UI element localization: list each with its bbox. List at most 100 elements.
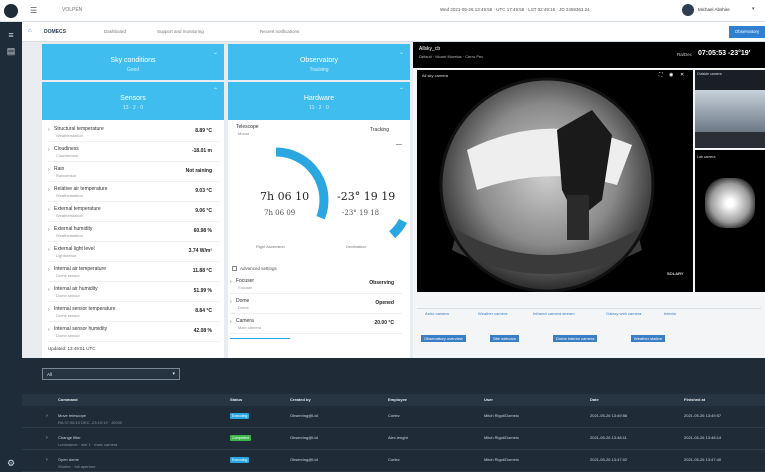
cell-date: 2021-05-26 13:47:02: [590, 457, 628, 462]
tab-weather-camera[interactable]: Weather camera: [478, 311, 508, 316]
sensor-name: Cloudiness: [54, 146, 79, 152]
cell-created-by: Observing@Ltd: [290, 435, 318, 440]
grid-icon[interactable]: ▤: [6, 46, 16, 56]
sensor-value: 3.74 W/m²: [188, 248, 212, 254]
camera-button-weather-station[interactable]: Weather station: [631, 335, 665, 342]
chevron-right-icon: ›: [48, 287, 50, 293]
sensor-row[interactable]: › Internal air humidity Dome sensor 51.99 %: [48, 284, 220, 302]
column-employee[interactable]: Employee: [388, 397, 407, 402]
app-logo[interactable]: [4, 4, 18, 18]
camera-header: Allsky_cb Default · Mount Morelos · Cerr…: [413, 42, 765, 68]
sensor-name: External temperature: [54, 206, 101, 212]
radec-label: Ra/Dec: [677, 52, 693, 57]
nav-support[interactable]: Support and monitoring: [157, 29, 204, 34]
clock-status: Wed 2021-05-26 13:49:56 · UTC 17:49:56 ·…: [440, 7, 590, 12]
cell-user: Mitch Rigot/Domeio: [484, 435, 519, 440]
advanced-settings-label[interactable]: Advanced settings: [240, 266, 277, 271]
sensor-row[interactable]: › Internal sensor temperature Dome sensor 8…: [48, 304, 220, 322]
sensor-row[interactable]: › Structural temperature Weatherstation 8.8…: [48, 124, 220, 142]
sensor-row[interactable]: › Internal air temperature Dome sensor 11.8…: [48, 264, 220, 282]
sensor-source: Dome sensor: [56, 293, 80, 298]
filter-select[interactable]: All ▾: [42, 368, 180, 380]
chevron-right-icon: ›: [48, 187, 50, 193]
glow-blob: [705, 178, 755, 228]
cell-command: Open dome: [58, 457, 79, 462]
sensor-source: Dome sensor: [56, 273, 80, 278]
column-command[interactable]: Command: [58, 397, 78, 402]
sensor-source: Weatherstation: [56, 213, 83, 218]
home-icon[interactable]: ⌂: [28, 28, 32, 34]
column-created-by[interactable]: Created by: [290, 397, 311, 402]
observatory-button[interactable]: Observatory: [729, 26, 765, 38]
telescope-state: Tracking: [370, 127, 389, 133]
tab-astro-camera[interactable]: Astro camera: [425, 311, 449, 316]
allsky-camera-feed[interactable]: All sky camera ⛶ ◉ ✕ SOLARY: [417, 70, 693, 292]
table-row[interactable]: › Change filter Observing@Ltd Alex.lenght Mi…: [22, 430, 765, 450]
column-status[interactable]: Status: [230, 397, 242, 402]
tile-hardware[interactable]: Hardware 11 · 2 · 0 ⌃: [228, 82, 410, 120]
sensor-row[interactable]: › External temperature Weatherstation 9.06 …: [48, 204, 220, 222]
camera-watermark: SOLARY: [667, 271, 684, 276]
device-row[interactable]: › Focuser Focuser Observing: [230, 276, 402, 294]
menu-icon[interactable]: ☰: [30, 6, 37, 15]
ra-sub: 7h 06 09: [264, 209, 296, 217]
lab-camera-thumb[interactable]: Lab camera: [695, 150, 765, 292]
device-row[interactable]: › Camera Main camera 20.00 °C: [230, 316, 402, 334]
chevron-down-icon[interactable]: ▾: [752, 6, 755, 12]
avatar[interactable]: [682, 4, 694, 16]
nav-dashboard[interactable]: Dashboard: [104, 29, 126, 34]
device-name: Camera: [236, 318, 254, 324]
sensor-row[interactable]: › External humidity Weatherstation 60.98 %: [48, 224, 220, 242]
sensor-row[interactable]: › Rain Rainsensor Not raining: [48, 164, 220, 182]
sensor-name: Internal air temperature: [54, 266, 106, 272]
ra-label: Right Ascension: [256, 244, 285, 249]
sensor-row[interactable]: › Internal sensor humidity Dome sensor 42.0…: [48, 324, 220, 342]
sensor-name: Relative air temperature: [54, 186, 108, 192]
table-row[interactable]: › Move telescope Observing@Ltd Cortez Mitch …: [22, 408, 765, 428]
cell-finished-at: 2021-05-26 13:49:57: [684, 413, 722, 418]
camera-button-overview[interactable]: Observatory overview: [421, 335, 466, 342]
tile-sensors-sub: 13 · 2 · 0: [122, 105, 143, 111]
table-row[interactable]: › Open dome Observing@Ltd Cortez Mitch Rigot…: [22, 452, 765, 472]
nav-notifications[interactable]: Recent notifications: [260, 29, 299, 34]
chevron-right-icon[interactable]: ›: [46, 413, 48, 419]
column-finished-at[interactable]: Finished at: [684, 397, 705, 402]
sensor-name: External light level: [54, 246, 95, 252]
tile-sensors-label: Sensors: [120, 95, 146, 102]
app-name: VOLPEN: [62, 7, 83, 13]
user-name[interactable]: Michael Abshire: [698, 7, 730, 12]
tile-observatory-sub: Tracking: [309, 67, 329, 73]
tab-galaxy-camera[interactable]: Galaxy web camera: [606, 311, 641, 316]
sensor-row[interactable]: › Cloudiness Cloudsensor -18.01 m: [48, 144, 220, 162]
chevron-down-icon: ⌄: [398, 50, 404, 56]
tile-sensors[interactable]: Sensors 13 · 2 · 0 ⌃: [42, 82, 224, 120]
column-date[interactable]: Date: [590, 397, 599, 402]
chevron-right-icon[interactable]: ›: [46, 457, 48, 463]
tab-infrared-camera[interactable]: Infrared camera stream: [533, 311, 575, 316]
device-sub: Main camera: [238, 325, 262, 330]
observatory-name[interactable]: DOMECS: [44, 29, 66, 35]
sensor-row[interactable]: › Relative air temperature Weatherstation 9…: [48, 184, 220, 202]
cell-created-by: Observing@Ltd: [290, 457, 318, 462]
device-row[interactable]: › Dome Dome Opened: [230, 296, 402, 314]
settings-icon[interactable]: ⚙: [6, 458, 16, 468]
camera-button-site-webcam[interactable]: Site webcam: [490, 335, 519, 342]
list-icon[interactable]: ≡: [6, 30, 16, 40]
chevron-right-icon[interactable]: ›: [46, 435, 48, 441]
sensor-name: Internal sensor temperature: [54, 306, 116, 312]
device-value: 20.00 °C: [374, 320, 394, 326]
sensor-source: Rainsensor: [56, 173, 77, 178]
camera-subtitle: Default · Mount Morelos · Cerro Pec: [419, 54, 484, 59]
camera-button-dome-interior[interactable]: Dome interior camera: [553, 335, 598, 342]
tab-interior[interactable]: Interior: [664, 311, 676, 316]
column-user[interactable]: User: [484, 397, 493, 402]
cell-date: 2021-05-26 13:48:11: [590, 435, 627, 440]
tile-sky-conditions[interactable]: Sky conditions Good ⌄: [42, 44, 224, 80]
advanced-settings-checkbox[interactable]: [232, 266, 237, 271]
outside-camera-thumb[interactable]: Outside camera: [695, 70, 765, 148]
tile-observatory[interactable]: Observatory Tracking ⌄: [228, 44, 410, 80]
sensor-row[interactable]: › External light level Lightsensor 3.74 W/m…: [48, 244, 220, 262]
chevron-right-icon: ›: [230, 299, 232, 305]
sensors-panel: › Structural temperature Weatherstation 8.8…: [42, 120, 224, 358]
chevron-right-icon: ›: [48, 127, 50, 133]
